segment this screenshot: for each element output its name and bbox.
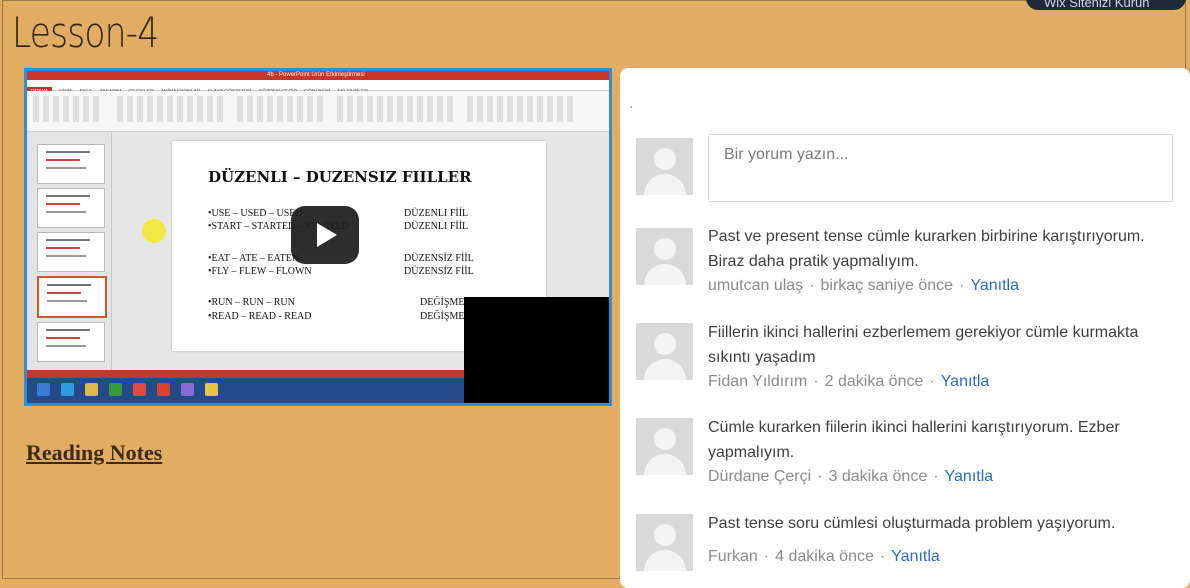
slide-row-right: DÜZENLI FİİL — [404, 221, 469, 232]
avatar — [636, 228, 693, 285]
comment-author: Dürdane Çerçi — [708, 468, 812, 485]
comment-author: Fidan Yıldırım — [708, 373, 808, 390]
play-icon — [317, 223, 337, 247]
reply-button[interactable]: Yanıtla — [945, 468, 994, 485]
comments-panel: Past ve present tense cümle kurarken bir… — [620, 68, 1190, 588]
comment-meta: Dürdane Çerçi · 3 dakika önce · Yanıtla — [708, 468, 994, 485]
play-button[interactable] — [291, 206, 359, 264]
reply-button[interactable]: Yanıtla — [941, 373, 990, 390]
comment-time: birkaç saniye önce — [820, 277, 954, 294]
video-screen: 4b - PowerPoint Ürün Etkinleştirmesi DOS… — [27, 71, 609, 403]
comment-input[interactable] — [708, 134, 1173, 202]
comment-meta: Fidan Yıldırım · 2 dakika önce · Yanıtla — [708, 373, 990, 390]
avatar — [636, 323, 693, 380]
comment-meta: umutcan ulaş · birkaç saniye önce · Yanıtla — [708, 277, 1019, 294]
slide-row-right: DÜZENSİZ FİİL — [404, 266, 474, 277]
slide-row-right: DEĞİŞMEZ — [420, 297, 471, 308]
reading-notes-link[interactable]: Reading Notes — [26, 440, 162, 466]
video-overlay-box — [464, 297, 609, 403]
comment-text: Past ve present tense cümle kurarken bir… — [708, 228, 1145, 270]
avatar — [636, 418, 693, 475]
slide-row-right: DÜZENLI FİİL — [404, 208, 469, 219]
slide-row-right: DÜZENSİZ FİİL — [404, 253, 474, 264]
ppt-title: 4b - PowerPoint Ürün Etkinleştirmesi — [267, 72, 365, 78]
slide-row-left: •RUN – RUN – RUN — [208, 297, 295, 308]
avatar — [636, 138, 693, 195]
reply-button[interactable]: Yanıtla — [891, 548, 940, 565]
video-player[interactable]: 4b - PowerPoint Ürün Etkinleştirmesi DOS… — [24, 68, 612, 406]
slide-thumbnails — [27, 132, 112, 370]
slide-row-left: •USE – USED – USED — [208, 208, 303, 219]
comment-text: Fiillerin ikinci hallerini ezberlemem ge… — [708, 324, 1139, 366]
comment-text: Cümle kurarken fiilerin ikinci hallerini… — [708, 419, 1120, 461]
comment-time: 4 dakika önce — [775, 548, 874, 565]
comment-author: umutcan ulaş — [708, 277, 804, 294]
slide-row-left: •FLY – FLEW – FLOWN — [208, 266, 312, 277]
reply-button[interactable]: Yanıtla — [970, 277, 1019, 294]
comment-author: Furkan — [708, 548, 758, 565]
wix-badge[interactable]: Wix Sitenizi Kurun — [1026, 0, 1186, 10]
comment-meta: Furkan · 4 dakika önce · Yanıtla — [708, 548, 940, 565]
slide-row-right: DEĞİŞMEZ — [420, 311, 471, 322]
page-title: Lesson-4 — [12, 8, 159, 57]
comment-time: 2 dakika önce — [824, 373, 924, 390]
comment-text: Past tense soru cümlesi oluşturmada prob… — [708, 515, 1116, 532]
decorative-dot — [630, 106, 632, 108]
comment-time: 3 dakika önce — [828, 468, 928, 485]
slide-row-left: •READ – READ - READ — [208, 311, 312, 322]
slide-row-left: •EAT – ATE – EATEN — [208, 253, 300, 264]
avatar — [636, 514, 693, 571]
ppt-ribbon — [27, 91, 609, 132]
cursor-highlight — [142, 219, 166, 243]
ppt-tabs: DOSYAGİRİŞEKLETASARIMGEÇİŞLERANİMASYONLA… — [27, 80, 609, 97]
slide-title: DÜZENLI – DUZENSIZ FIILLER — [208, 168, 472, 186]
